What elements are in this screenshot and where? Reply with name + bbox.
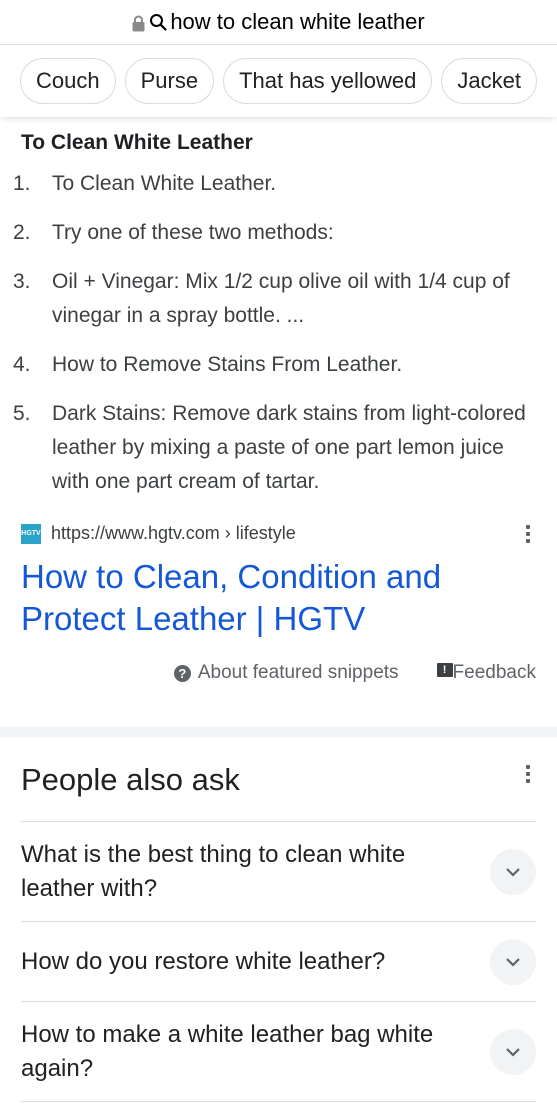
- chip-jacket[interactable]: Jacket: [441, 58, 537, 104]
- step-text: Try one of these two methods:: [52, 221, 334, 244]
- paa-question[interactable]: How do you restore white leather?: [21, 921, 536, 1001]
- people-also-ask: People also ask What is the best thing t…: [0, 737, 557, 1102]
- chip-purse[interactable]: Purse: [124, 58, 215, 104]
- more-options-icon[interactable]: [525, 524, 531, 543]
- snippet-footer: ? About featured snippets ! Feedback: [21, 662, 557, 684]
- paa-title: People also ask: [21, 761, 240, 797]
- address-bar[interactable]: how to clean white leather: [0, 0, 557, 45]
- result-source[interactable]: HGTV https://www.hgtv.com › lifestyle: [21, 523, 557, 544]
- question-text: What is the best thing to clean white le…: [21, 840, 406, 902]
- result-breadcrumb[interactable]: https://www.hgtv.com › lifestyle: [51, 523, 296, 544]
- hgtv-favicon-icon: HGTV: [21, 523, 41, 544]
- expand-chevron-down-icon[interactable]: [490, 1028, 536, 1075]
- about-label: About featured snippets: [197, 662, 399, 683]
- chip-that-has-yellowed[interactable]: That has yellowed: [223, 58, 433, 104]
- section-divider: [0, 727, 557, 737]
- feedback-icon: !: [436, 663, 453, 677]
- feedback-label: Feedback: [452, 662, 536, 683]
- step-number: 3.: [13, 270, 31, 293]
- about-featured-snippets-link[interactable]: ? About featured snippets: [173, 662, 399, 684]
- search-query[interactable]: how to clean white leather: [170, 9, 424, 35]
- snippet-steps: 1. To Clean White Leather. 2. Try one of t…: [13, 167, 557, 499]
- step-number: 5.: [13, 402, 31, 425]
- search-icon: [150, 14, 167, 31]
- expand-chevron-down-icon[interactable]: [490, 938, 536, 985]
- step-number: 1.: [13, 172, 31, 195]
- question-text: How to make a white leather bag white ag…: [21, 1020, 434, 1082]
- feedback-link[interactable]: ! Feedback: [436, 662, 536, 684]
- step-item: 5. Dark Stains: Remove dark stains from l…: [13, 397, 557, 499]
- expand-chevron-down-icon[interactable]: [490, 848, 536, 895]
- step-item: 3. Oil + Vinegar: Mix 1/2 cup olive oil w…: [13, 265, 557, 333]
- paa-header: People also ask: [0, 737, 557, 821]
- paa-question[interactable]: What is the best thing to clean white le…: [21, 821, 536, 921]
- step-text: Dark Stains: Remove dark stains from lig…: [52, 402, 526, 493]
- refinement-chips: Couch Purse That has yellowed Jacket: [0, 45, 557, 117]
- chip-couch[interactable]: Couch: [20, 58, 116, 104]
- step-text: How to Remove Stains From Leather.: [52, 353, 403, 376]
- step-number: 2.: [13, 221, 31, 244]
- step-text: To Clean White Leather.: [52, 172, 277, 195]
- snippet-title: To Clean White Leather: [21, 131, 253, 154]
- paa-question[interactable]: How to make a white leather bag white ag…: [21, 1001, 536, 1102]
- result-title-link[interactable]: How to Clean, Condition and Protect Leat…: [21, 556, 491, 640]
- step-item: 2. Try one of these two methods:: [13, 216, 557, 250]
- step-text: Oil + Vinegar: Mix 1/2 cup olive oil wit…: [52, 270, 510, 327]
- paa-more-options-icon[interactable]: [525, 765, 531, 783]
- help-icon: ?: [173, 664, 191, 682]
- step-item: 4. How to Remove Stains From Leather.: [13, 348, 557, 382]
- question-text: How do you restore white leather?: [21, 947, 386, 975]
- featured-snippet: To Clean White Leather 1. To Clean White …: [0, 131, 557, 684]
- lock-icon: [132, 15, 145, 31]
- step-item: 1. To Clean White Leather.: [13, 167, 557, 201]
- step-number: 4.: [13, 353, 31, 376]
